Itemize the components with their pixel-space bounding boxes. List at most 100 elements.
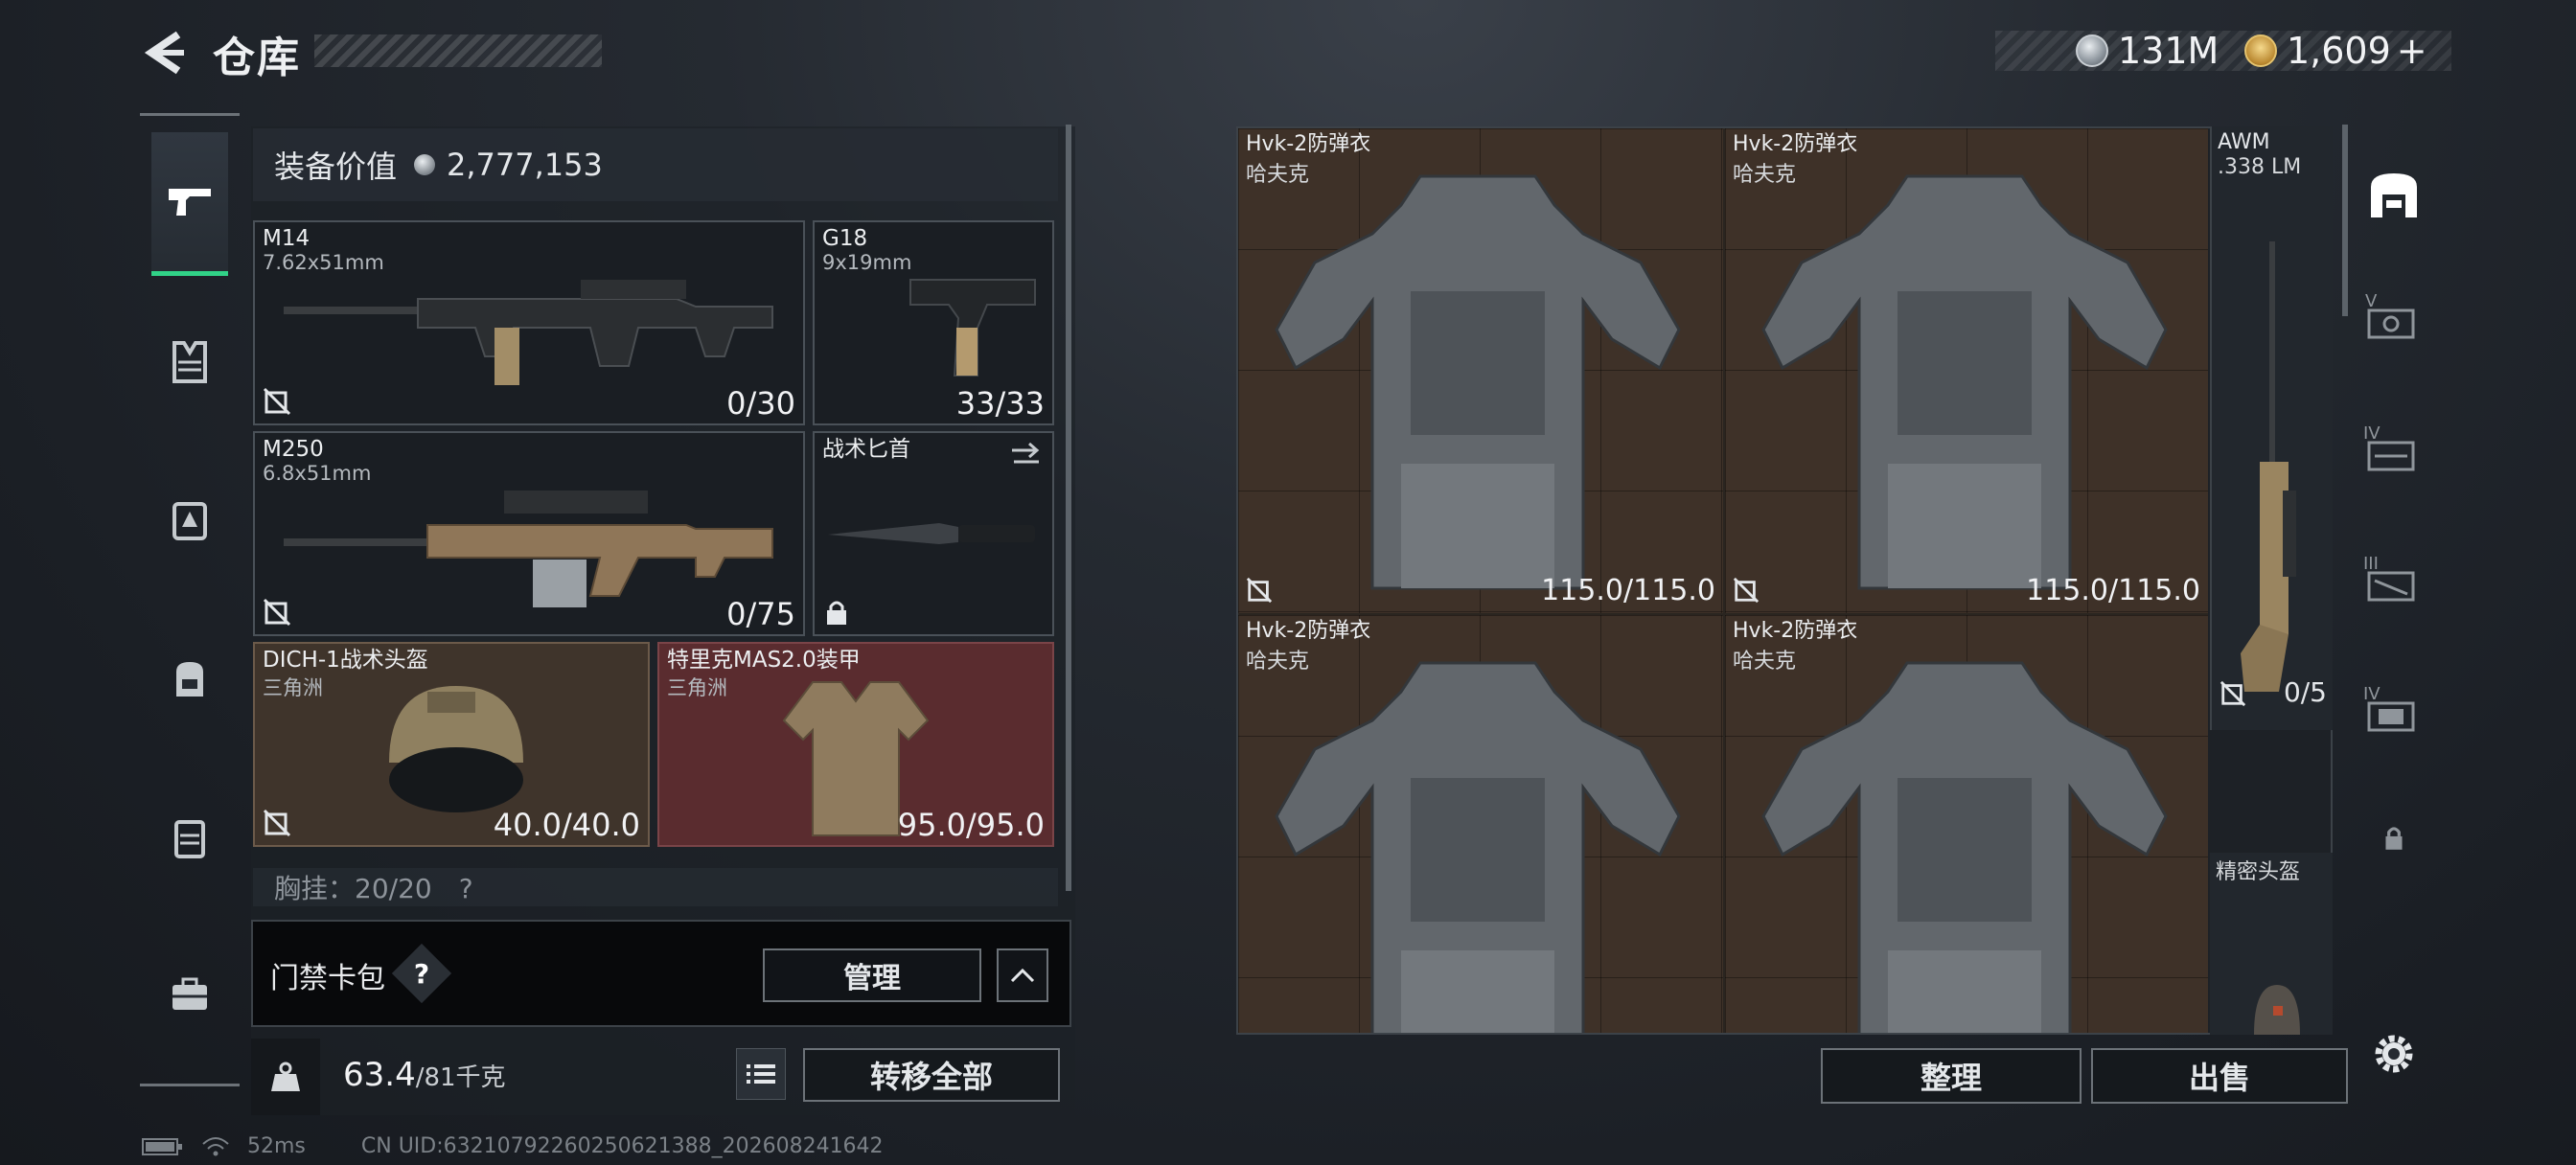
chest-rig-icon [172,502,207,540]
battery-icon [142,1137,182,1155]
storage-grid: Hvk-2防弹衣 哈夫克 115.0/115.0 Hvk-2防弹衣 哈夫克 11… [1236,126,2333,1035]
svg-text:V: V [2365,291,2378,311]
helmet-image [2254,985,2300,1035]
machine-gun-image [284,491,773,607]
page-title: 仓库 [213,34,301,82]
user-uid: CN UID:632107922602506213​88_20260824164… [360,1134,884,1158]
storage-item[interactable]: Hvk-2防弹衣 哈夫克 [1723,613,2208,1033]
locked-tab[interactable] [2379,822,2409,853]
keycard-label: 门禁卡包 [270,962,385,995]
weight-icon [271,1062,300,1091]
transfer-all-button[interactable]: 转移全部 [803,1048,1060,1102]
item-name: 战术匕首 [822,437,910,462]
list-view-button[interactable] [736,1048,786,1100]
storage-item-helmet[interactable]: 精密头盔 [2210,853,2333,1035]
briefcase-icon [172,977,207,1010]
wifi-icon [202,1136,229,1155]
chest-rig-row[interactable]: 胸挂：20/20 ? [253,868,1058,906]
item-durability: 115.0/115.0 [1541,574,1715,607]
no-insurance-icon [1733,577,1760,604]
case-icon [174,820,205,858]
tier-storage-icon: IV [2363,684,2415,732]
knife-image [828,523,1035,544]
item-name: 精密头盔 [2216,860,2301,884]
rail-tab-container[interactable] [151,799,228,876]
item-durability: 95.0/95.0 [897,807,1045,843]
carry-weight: 63.4/81千克 [343,1056,506,1094]
add-premium-button[interactable]: + [2397,30,2427,72]
svg-text:III: III [2363,554,2379,574]
tier-storage-icon: V [2365,291,2415,339]
ping: 52ms [247,1134,306,1158]
rail-tab-tier-iv-alt[interactable]: IV [2359,680,2428,738]
armor-vest-image [1275,174,1681,590]
tier-storage-icon: III [2363,554,2415,602]
item-brand: 三角洲 [263,676,323,699]
swap-icon[interactable] [1008,441,1043,469]
cash-coin-icon [414,154,436,175]
slot-helmet[interactable]: DICH-1战术头盔 三角洲 40.0/40.0 [253,642,650,847]
cash-coin-icon [2076,34,2108,67]
rifle-image [284,280,773,385]
sort-button[interactable]: 整理 [1821,1048,2082,1104]
warehouse-icon [2371,173,2417,217]
collapse-button[interactable] [997,948,1048,1002]
cash-currency: 131M [2076,27,2219,75]
chevron-up-icon [1010,968,1035,983]
tier-storage-icon: IV [2363,423,2415,471]
item-name: G18 [822,226,868,251]
rail-tab-rig[interactable] [151,481,228,558]
rail-tab-backpack[interactable] [151,640,228,717]
storage-item[interactable]: Hvk-2防弹衣 哈夫克 115.0/115.0 [1238,128,1723,613]
sell-button[interactable]: 出售 [2091,1048,2348,1104]
loadout-scrollbar[interactable] [1066,125,1071,891]
storage-item[interactable]: Hvk-2防弹衣 哈夫克 [1238,613,1723,1033]
no-insurance-icon [263,387,291,416]
no-insurance-icon [263,598,291,627]
rail-tab-all-storage[interactable] [2356,161,2432,228]
slot-heavy-weapon[interactable]: M250 6.8x51mm 0/75 [253,431,805,636]
svg-text:IV: IV [2363,423,2380,444]
item-durability: 40.0/40.0 [493,807,640,843]
rail-tab-weapons[interactable] [151,132,228,276]
armor-vest-icon [172,341,207,383]
premium-amount: 1,609 [2287,30,2391,72]
premium-currency[interactable]: 1,609 + [2244,27,2427,75]
item-durability: 0/30 [726,385,795,422]
pistol-image [909,279,1036,377]
storage-item[interactable]: Hvk-2防弹衣 哈夫克 115.0/115.0 [1723,128,2208,613]
lock-icon [2385,827,2403,850]
premium-coin-icon [2244,34,2277,67]
rail-tab-armor[interactable] [151,324,228,400]
rail-tab-briefcase[interactable] [151,956,228,1033]
back-arrow-icon[interactable] [142,29,186,77]
storage-item-awm[interactable]: AWM .338 LM 0/5 [2210,126,2333,730]
no-insurance-icon [263,809,291,837]
slot-primary-weapon[interactable]: M14 7.62x51mm 0/30 [253,220,805,425]
storage-scrollbar[interactable] [2342,125,2348,316]
help-icon[interactable]: ? [401,952,443,994]
slot-secondary-weapon[interactable]: G18 9x19mm 33/33 [813,220,1054,425]
item-name: M14 [263,226,310,251]
item-caliber: .338 LM [2218,155,2302,179]
weight-current: 63.4 [343,1056,416,1094]
item-caliber: 9x19mm [822,251,912,274]
weight-max: /81千克 [415,1063,506,1092]
item-name: M250 [263,437,324,462]
slot-body-armor[interactable]: 特里克MAS2.0装甲 三角洲 95.0/95.0 [657,642,1054,847]
armor-vest-image [1761,174,2168,590]
rail-tab-tier-iv[interactable]: IV [2359,420,2428,477]
rail-tab-tier-v[interactable]: V [2359,287,2428,345]
rail-tab-tier-iii[interactable]: III [2359,550,2428,607]
cash-amount: 131M [2118,30,2220,72]
manage-button[interactable]: 管理 [763,948,981,1002]
lock-icon [827,601,846,625]
armor-vest-image [1275,661,1681,1033]
backpack-icon [176,662,203,697]
slot-melee[interactable]: 战术匕首 [813,431,1054,636]
gear-icon[interactable] [2367,1027,2421,1081]
item-durability: 115.0/115.0 [2026,574,2200,607]
no-insurance-icon [1246,577,1273,604]
item-durability: 0/5 [2283,676,2327,708]
no-insurance-icon [2220,680,2246,707]
